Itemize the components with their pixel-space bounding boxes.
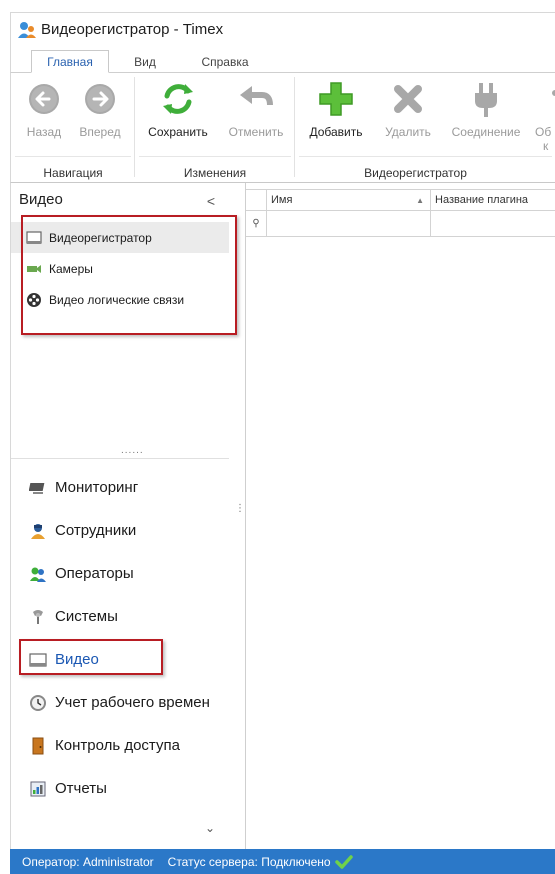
sidebar-item-systems[interactable]: Системы <box>11 595 229 638</box>
ribbon: Назад Вперед Навигация Сохранить Отменит… <box>10 73 555 183</box>
ribbon-tab-strip: Главная Вид Справка <box>10 46 555 73</box>
delete-x-icon <box>394 85 422 113</box>
highlight-box-video <box>19 639 163 675</box>
sidebar-item-reports[interactable]: Отчеты <box>11 767 229 810</box>
column-header-plugin[interactable]: Название плагина <box>431 190 555 210</box>
employees-icon <box>29 522 47 540</box>
filter-cell-name[interactable] <box>267 211 431 236</box>
group-label-changes: Изменения <box>183 166 247 180</box>
panel-splitter-handle[interactable]: ...... <box>121 445 144 456</box>
plus-icon <box>319 82 353 116</box>
save-button[interactable]: Сохранить <box>143 79 213 139</box>
group-separator <box>15 156 131 157</box>
group-separator <box>139 156 291 157</box>
module-list: Мониторинг Сотрудники Операторы Системы … <box>11 466 229 810</box>
sidebar-item-label: Контроль доступа <box>55 737 180 754</box>
chevron-down-icon[interactable]: ⌄ <box>205 821 215 835</box>
truncated-label-1: Об <box>535 125 552 139</box>
collapse-panel-button[interactable]: < <box>207 193 215 209</box>
nav-header: Видео <box>19 191 63 208</box>
sidebar-item-time-tracking[interactable]: Учет рабочего времен <box>11 681 229 724</box>
column-header-name[interactable]: Имя ▲ <box>267 190 431 210</box>
reports-icon <box>29 780 47 798</box>
window-title: Видеорегистратор - Timex <box>41 21 224 38</box>
partial-icon <box>552 90 555 96</box>
tab-home[interactable]: Главная <box>31 50 109 73</box>
panel-splitter <box>11 458 229 459</box>
back-button[interactable]: Назад <box>21 79 67 139</box>
sidebar-item-operators[interactable]: Операторы <box>11 552 229 595</box>
plug-icon <box>475 83 497 117</box>
sidebar-item-label: Мониторинг <box>55 479 139 496</box>
back-label: Назад <box>26 125 62 139</box>
back-arrow-icon <box>29 84 59 114</box>
status-bar: Оператор: Administrator Статус сервера: … <box>10 849 555 874</box>
forward-arrow-icon <box>85 84 115 114</box>
sidebar-item-label: Операторы <box>55 565 134 582</box>
app-logo-icon <box>18 21 36 38</box>
sidebar-item-employees[interactable]: Сотрудники <box>11 509 229 552</box>
delete-label: Удалить <box>385 125 431 139</box>
check-icon <box>334 854 353 869</box>
forward-button[interactable]: Вперед <box>75 79 125 139</box>
truncated-button[interactable]: Об к <box>535 79 555 153</box>
group-label-dvr: Видеорегистратор <box>364 166 467 180</box>
dvr-grid: Имя ▲ Название плагина ⚲ <box>246 183 555 849</box>
sidebar-item-access-control[interactable]: Контроль доступа <box>11 724 229 767</box>
refresh-save-icon <box>163 84 193 114</box>
save-label: Сохранить <box>148 125 208 139</box>
forward-label: Вперед <box>79 125 121 139</box>
group-separator <box>299 156 552 157</box>
column-header-label: Имя <box>271 194 293 206</box>
server-status: Статус сервера: Подключено <box>167 854 331 869</box>
connect-button[interactable]: Соединение <box>445 79 527 139</box>
operator-status: Оператор: Administrator <box>22 854 154 869</box>
operators-icon <box>29 565 47 583</box>
ribbon-group-navigation: Назад Вперед Навигация <box>11 73 135 183</box>
undo-label: Отменить <box>228 125 284 139</box>
filter-cell-plugin[interactable] <box>431 211 555 236</box>
undo-icon <box>240 86 273 106</box>
grid-corner <box>246 190 267 210</box>
tab-view[interactable]: Вид <box>123 50 167 73</box>
sidebar-item-label: Системы <box>55 608 118 625</box>
connect-label: Соединение <box>451 125 521 139</box>
group-label-navigation: Навигация <box>43 166 103 180</box>
filter-pin-icon: ⚲ <box>246 211 267 236</box>
add-button[interactable]: Добавить <box>301 79 371 139</box>
sidebar-item-label: Отчеты <box>55 780 107 797</box>
highlight-box-sublist <box>21 215 237 335</box>
tab-help[interactable]: Справка <box>189 50 261 73</box>
title-bar: Видеорегистратор - Timex <box>10 12 555 46</box>
delete-button[interactable]: Удалить <box>377 79 439 139</box>
grid-header: Имя ▲ Название плагина <box>246 189 555 211</box>
sidebar-item-label: Учет рабочего времен <box>55 694 210 711</box>
navigation-panel: Видео < Видеорегистратор Камеры Видео ло… <box>10 183 246 849</box>
door-icon <box>29 737 47 755</box>
undo-button[interactable]: Отменить <box>223 79 289 139</box>
truncated-label-2: к <box>543 139 549 153</box>
column-header-label: Название плагина <box>435 194 529 206</box>
grid-filter-row: ⚲ <box>246 211 555 237</box>
ribbon-group-dvr: Добавить Удалить Соединение Об к Видеоре… <box>295 73 555 183</box>
systems-icon <box>29 608 47 626</box>
add-label: Добавить <box>309 125 363 139</box>
sidebar-item-label: Сотрудники <box>55 522 137 539</box>
sidebar-item-monitoring[interactable]: Мониторинг <box>11 466 229 509</box>
sort-ascending-icon: ▲ <box>416 195 424 205</box>
monitor-icon <box>29 479 47 497</box>
clock-icon <box>29 694 47 712</box>
vertical-resize-handle[interactable]: ⋮ <box>235 504 245 514</box>
ribbon-group-changes: Сохранить Отменить Изменения <box>135 73 295 183</box>
